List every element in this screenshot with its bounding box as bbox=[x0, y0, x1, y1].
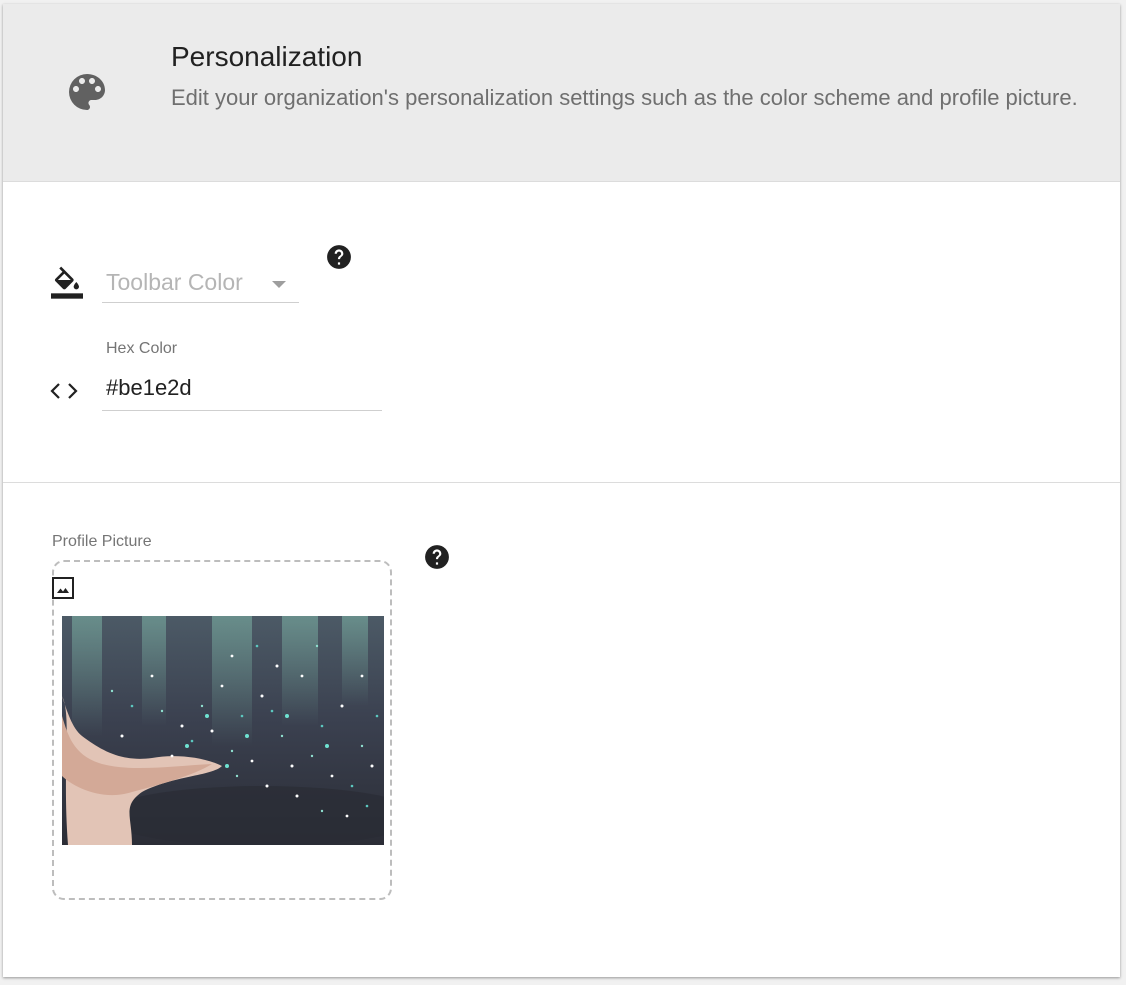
color-settings-section: Toolbar Color Hex Color bbox=[3, 182, 1120, 483]
page-description: Edit your organization's personalization… bbox=[171, 85, 1078, 110]
code-brackets-icon bbox=[50, 383, 78, 399]
card-header: Personalization Edit your organization's… bbox=[3, 4, 1120, 182]
chevron-down-icon bbox=[272, 281, 286, 288]
hex-color-label: Hex Color bbox=[106, 340, 178, 357]
palette-icon bbox=[69, 74, 105, 110]
help-circle-icon[interactable] bbox=[326, 244, 352, 270]
profile-picture-label: Profile Picture bbox=[52, 533, 152, 550]
toolbar-color-placeholder: Toolbar Color bbox=[106, 269, 243, 295]
personalization-card: Personalization Edit your organization's… bbox=[3, 4, 1120, 977]
format-color-fill-icon bbox=[51, 266, 83, 299]
image-icon bbox=[52, 577, 74, 599]
profile-picture-section: Profile Picture bbox=[3, 483, 1120, 977]
profile-picture-preview bbox=[62, 616, 384, 845]
page-title: Personalization bbox=[171, 41, 363, 72]
toolbar-color-select[interactable]: Toolbar Color bbox=[102, 266, 299, 303]
hex-color-input[interactable] bbox=[102, 368, 378, 408]
help-circle-icon[interactable] bbox=[424, 544, 450, 570]
hex-color-field bbox=[102, 368, 382, 411]
